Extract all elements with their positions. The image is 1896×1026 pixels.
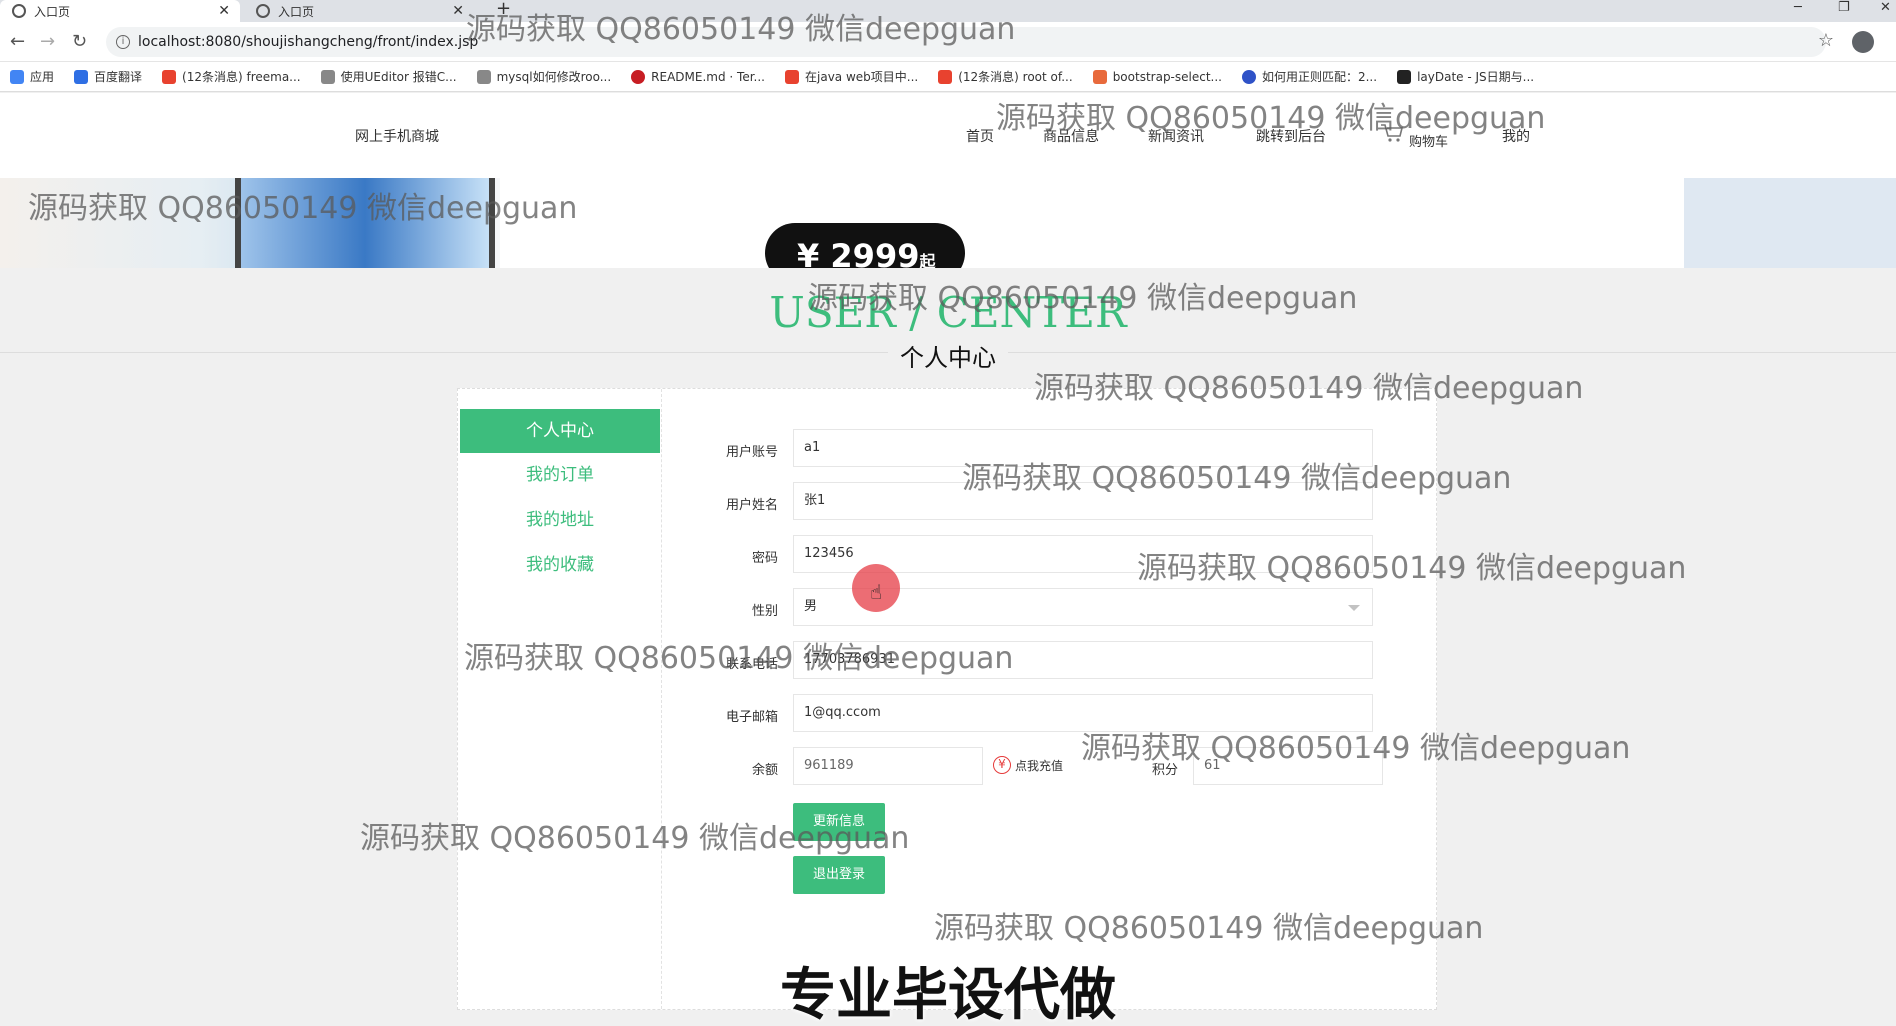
address-bar: ← → ↻ i localhost:8080/shoujishangcheng/… bbox=[0, 22, 1896, 62]
forward-icon[interactable]: → bbox=[40, 31, 55, 52]
section-title-en: USER / CENTER bbox=[769, 288, 1127, 337]
tab-title: 入口页 bbox=[278, 4, 315, 19]
url-input[interactable]: i localhost:8080/shoujishangcheng/front/… bbox=[106, 27, 1826, 57]
name-field[interactable]: 张1 bbox=[793, 482, 1373, 520]
recharge-link[interactable]: ¥ 点我充值 bbox=[993, 756, 1063, 774]
logout-button[interactable]: 退出登录 bbox=[793, 856, 885, 894]
yen-icon: ¥ bbox=[993, 756, 1011, 774]
user-center-panel: 个人中心 我的订单 我的地址 我的收藏 用户账号 a1 用户姓名 张1 密码 1… bbox=[457, 388, 1437, 1010]
close-icon[interactable]: ✕ bbox=[452, 3, 464, 19]
sidebar-item-profile[interactable]: 个人中心 bbox=[460, 409, 660, 453]
hand-cursor-icon: ☝ bbox=[870, 580, 883, 604]
new-tab-button[interactable]: + bbox=[496, 0, 511, 18]
nav-home[interactable]: 首页 bbox=[966, 126, 994, 146]
csdn-icon bbox=[785, 69, 799, 84]
nav-admin[interactable]: 跳转到后台 bbox=[1256, 126, 1326, 146]
csdn-icon bbox=[162, 69, 177, 84]
profile-avatar-icon[interactable] bbox=[1852, 31, 1874, 53]
bookmarks-bar: 应用 百度翻译 (12条消息) freema... 使用UEditor 报错C.… bbox=[0, 62, 1896, 92]
url-text: localhost:8080/shoujishangcheng/front/in… bbox=[138, 34, 479, 50]
translate-icon bbox=[74, 69, 89, 84]
info-icon[interactable]: i bbox=[116, 35, 130, 49]
site-brand[interactable]: 网上手机商城 bbox=[355, 126, 439, 146]
password-label: 密码 bbox=[751, 551, 778, 566]
browser-tabbar: 入口页 ✕ 入口页 ✕ + ─ ❐ ✕ bbox=[0, 0, 1896, 22]
bookmark-item[interactable]: mysql如何修改roo... bbox=[476, 68, 611, 85]
cart-icon[interactable] bbox=[1380, 123, 1404, 143]
bookmark-star-icon[interactable]: ☆ bbox=[1818, 30, 1834, 51]
restore-icon[interactable]: ❐ bbox=[1838, 0, 1850, 18]
bookmark-item[interactable]: 百度翻译 bbox=[74, 68, 142, 85]
gender-value: 男 bbox=[804, 599, 818, 614]
browser-tab-inactive[interactable]: 入口页 ✕ bbox=[244, 0, 474, 22]
window-close-icon[interactable]: ✕ bbox=[1880, 0, 1891, 18]
bookmark-item[interactable]: 在java web项目中... bbox=[785, 68, 918, 85]
email-label: 电子邮箱 bbox=[725, 710, 778, 725]
nav-news[interactable]: 新闻资讯 bbox=[1148, 126, 1204, 146]
bookmark-item[interactable]: layDate - JS日期与... bbox=[1397, 68, 1534, 85]
apps-grid-icon bbox=[10, 69, 24, 84]
bookmark-item[interactable]: README.md · Ter... bbox=[631, 69, 765, 84]
site-icon bbox=[1397, 69, 1412, 84]
promo-banner[interactable]: ¥ 2999起 bbox=[0, 178, 1896, 268]
site-icon bbox=[320, 69, 335, 84]
section-title-cn: 个人中心 bbox=[0, 338, 1896, 373]
bookmark-item[interactable]: bootstrap-select... bbox=[1092, 69, 1222, 84]
site-icon bbox=[1092, 69, 1107, 84]
bookmark-apps[interactable]: 应用 bbox=[10, 68, 54, 85]
banner-side-image bbox=[1684, 178, 1896, 268]
csdn-icon bbox=[938, 69, 953, 84]
close-icon[interactable]: ✕ bbox=[218, 3, 230, 19]
nav-products[interactable]: 商品信息 bbox=[1043, 126, 1099, 146]
globe-icon bbox=[12, 4, 26, 18]
reload-icon[interactable]: ↻ bbox=[72, 31, 87, 52]
bookmark-item[interactable]: (12条消息) root of... bbox=[938, 68, 1073, 85]
price-tag: ¥ 2999起 bbox=[765, 223, 965, 268]
sidebar-item-addresses[interactable]: 我的地址 bbox=[460, 498, 660, 542]
balance-label: 余额 bbox=[751, 763, 778, 778]
bookmark-item[interactable]: (12条消息) freema... bbox=[162, 68, 301, 85]
points-field: 61 bbox=[1193, 747, 1383, 785]
globe-icon bbox=[256, 4, 270, 18]
gitee-icon bbox=[631, 69, 646, 84]
phone-field[interactable]: 17703786931 bbox=[793, 641, 1373, 679]
bottom-overlay-text: 专业毕设代做 bbox=[780, 963, 1116, 1026]
site-icon bbox=[476, 69, 491, 84]
points-label: 积分 bbox=[1151, 763, 1178, 778]
tab-title: 入口页 bbox=[34, 4, 71, 19]
user-sidebar: 个人中心 我的订单 我的地址 我的收藏 bbox=[458, 389, 662, 1009]
sidebar-item-favorites[interactable]: 我的收藏 bbox=[460, 543, 660, 587]
sidebar-item-orders[interactable]: 我的订单 bbox=[460, 453, 660, 497]
email-field[interactable]: 1@qq.ccom bbox=[793, 694, 1373, 732]
nav-mine[interactable]: 我的 bbox=[1502, 126, 1530, 146]
baidu-icon bbox=[1241, 69, 1256, 84]
site-header: 网上手机商城 首页 商品信息 新闻资讯 跳转到后台 购物车 我的 bbox=[0, 93, 1896, 178]
balance-field: 961189 bbox=[793, 747, 983, 785]
bookmark-item[interactable]: 使用UEditor 报错C... bbox=[320, 68, 457, 85]
phone-label: 联系电话 bbox=[725, 657, 778, 672]
bookmark-item[interactable]: 如何用正则匹配：2... bbox=[1241, 68, 1377, 85]
gender-label: 性别 bbox=[751, 604, 778, 619]
update-info-button[interactable]: 更新信息 bbox=[793, 803, 885, 841]
minimize-icon[interactable]: ─ bbox=[1794, 0, 1802, 18]
browser-tab-active[interactable]: 入口页 ✕ bbox=[0, 0, 240, 22]
account-field[interactable]: a1 bbox=[793, 429, 1373, 467]
account-label: 用户账号 bbox=[725, 445, 778, 460]
back-icon[interactable]: ← bbox=[10, 31, 25, 52]
phone-image bbox=[235, 178, 495, 268]
chevron-down-icon bbox=[1348, 605, 1360, 611]
name-label: 用户姓名 bbox=[725, 498, 778, 513]
nav-cart[interactable]: 购物车 bbox=[1409, 131, 1448, 150]
